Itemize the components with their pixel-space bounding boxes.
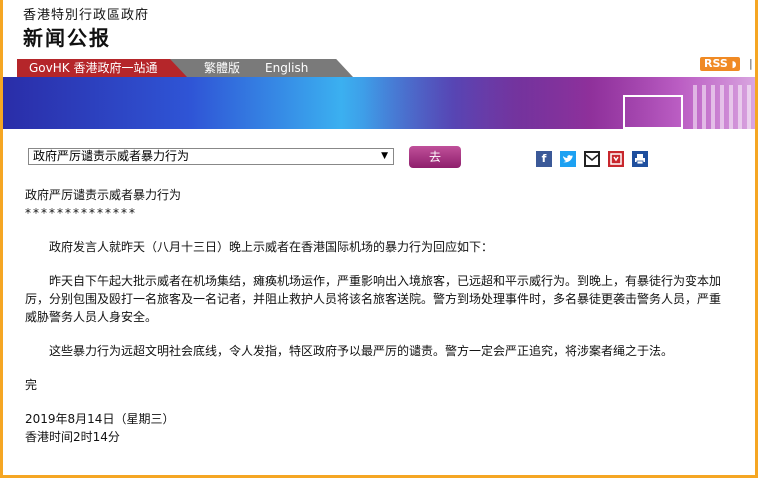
bookmark-icon[interactable] [608, 151, 624, 167]
article-select[interactable]: 政府严厉谴责示威者暴力行为 ▼ [28, 148, 394, 165]
article-select-value: 政府严厉谴责示威者暴力行为 [33, 149, 190, 163]
rss-label: RSS [704, 57, 728, 70]
twitter-icon[interactable] [560, 151, 576, 167]
article-time: 香港时间2时14分 [25, 430, 120, 444]
article-title: 政府严厉谴责示威者暴力行为 [25, 188, 182, 202]
rss-icon: ◗ [731, 60, 737, 70]
article-separator: ************** [25, 206, 137, 220]
header-banner [3, 77, 755, 129]
english-link[interactable]: English [265, 59, 308, 77]
email-icon[interactable] [584, 151, 600, 167]
print-icon[interactable] [632, 151, 648, 167]
article-date: 2019年8月14日（星期三） [25, 412, 175, 426]
page-title: 新闻公报 [23, 26, 111, 50]
page-frame: 香港特別行政區政府 新闻公报 GovHK 香港政府一站通 繁體版 English… [0, 0, 758, 478]
divider: | [749, 57, 753, 70]
paragraph-3: 这些暴力行为远超文明社会底线，令人发指，特区政府予以最严厉的谴责。警方一定会严正… [25, 344, 674, 358]
article-body: 政府严厉谴责示威者暴力行为 ************** 政府发言人就昨天（八月… [25, 186, 725, 446]
facebook-icon[interactable]: f [536, 151, 552, 167]
dropdown-arrow-icon: ▼ [381, 151, 388, 161]
traditional-chinese-link[interactable]: 繁體版 [204, 59, 240, 77]
go-button[interactable]: 去 [409, 146, 461, 168]
article-end: 完 [25, 378, 38, 392]
govhk-link[interactable]: GovHK 香港政府一站通 [17, 59, 187, 77]
paragraph-2: 昨天自下午起大批示威者在机场集结，瘫痪机场运作，严重影响出入境旅客，已远超和平示… [25, 274, 722, 324]
paragraph-1: 政府发言人就昨天（八月十三日）晚上示威者在香港国际机场的暴力行为回应如下： [25, 240, 494, 254]
rss-button[interactable]: RSS ◗ [700, 57, 740, 71]
government-name: 香港特別行政區政府 [23, 8, 150, 23]
